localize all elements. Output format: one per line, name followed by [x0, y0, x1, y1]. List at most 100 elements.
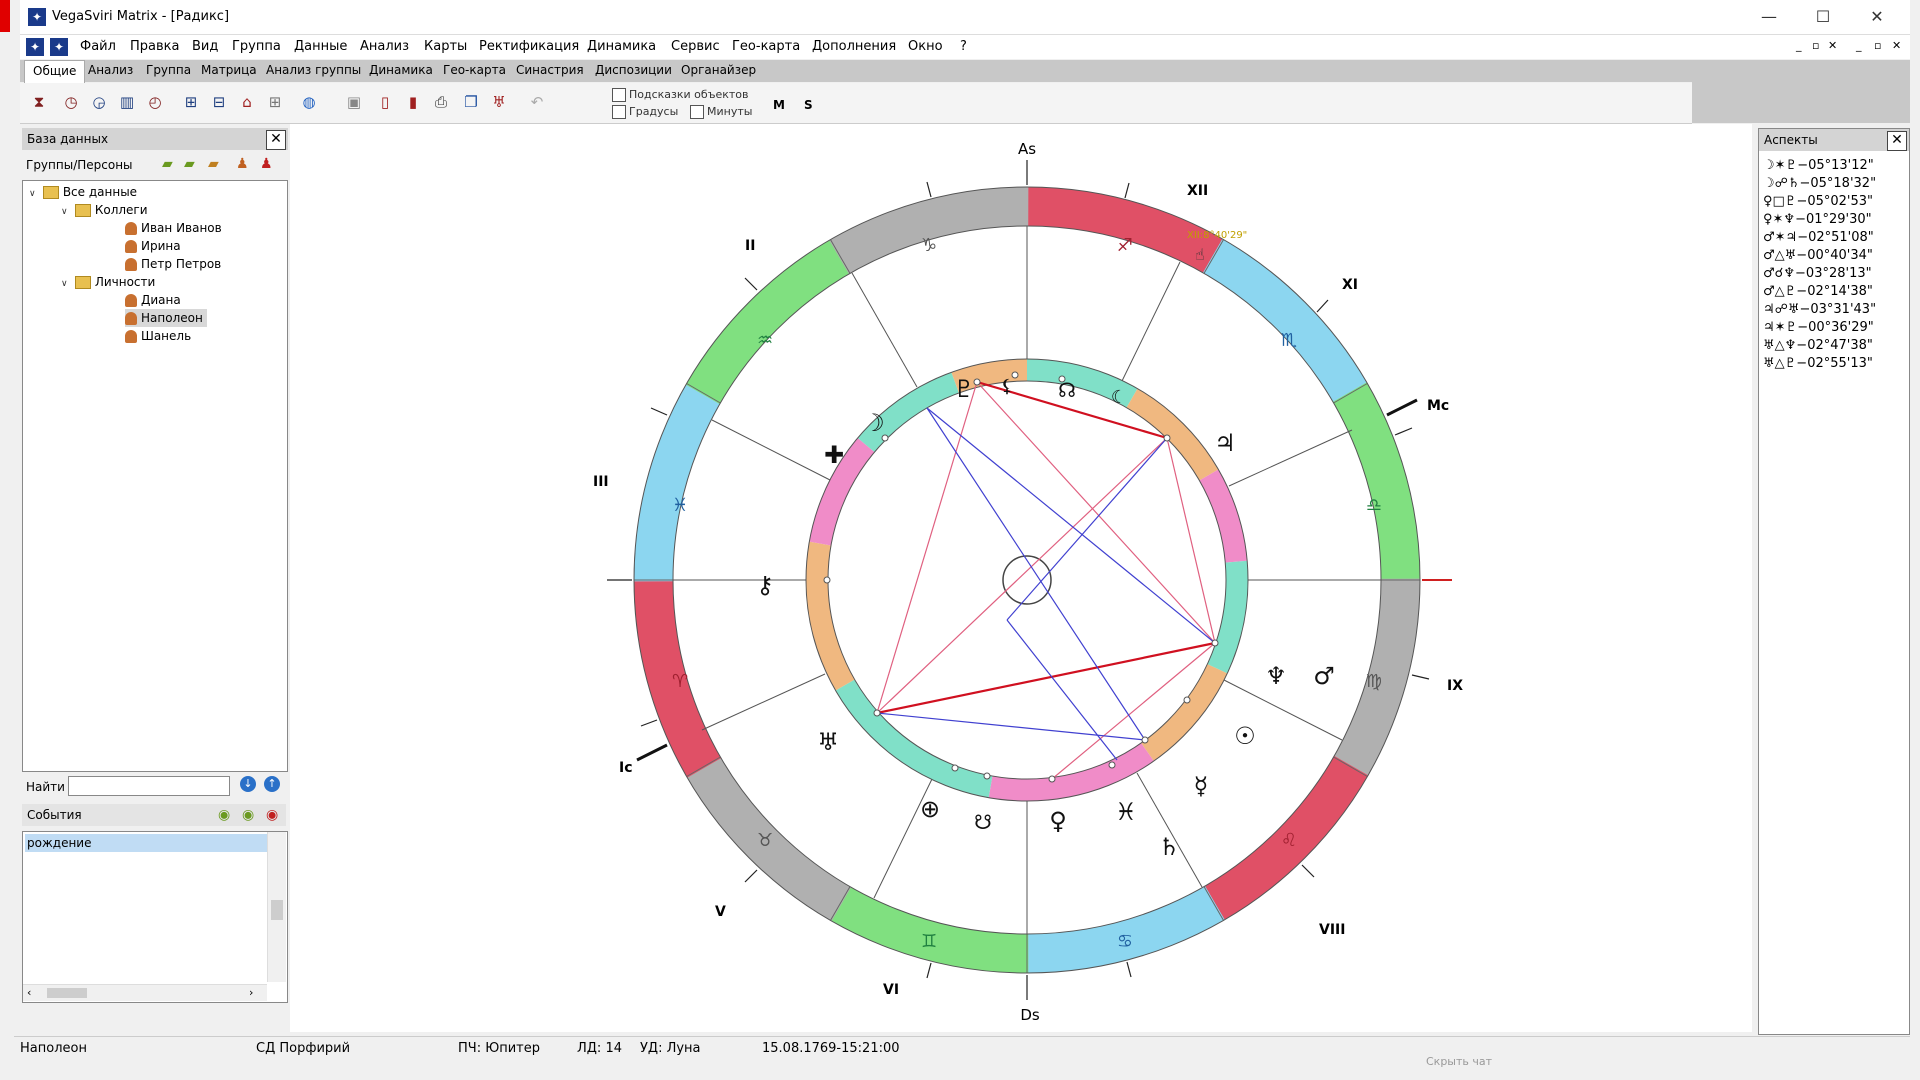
menu-service[interactable]: Сервис [671, 39, 720, 54]
aspect-item[interactable]: ♂✶♃−02°51'08" [1763, 229, 1874, 247]
m-button[interactable]: M [773, 98, 785, 112]
tab-matrix[interactable]: Матрица [201, 63, 257, 77]
menu-rectification[interactable]: Ректификация [479, 39, 579, 54]
tab-analysis[interactable]: Анализ [88, 63, 133, 77]
collapse-icon[interactable]: ∨ [29, 185, 39, 203]
tree-node-person-selected[interactable]: Наполеон [125, 309, 207, 327]
tree-node-person[interactable]: Ирина [125, 237, 181, 255]
delete-folder-icon[interactable]: ▰ [208, 156, 219, 172]
add-person-icon[interactable]: ♟ [236, 156, 249, 172]
events-scrollbar[interactable] [267, 832, 286, 982]
maximize-button[interactable]: ☐ [1796, 0, 1850, 34]
globe-icon[interactable]: ◍ [298, 91, 320, 113]
collapse-icon[interactable]: ∨ [61, 275, 71, 293]
aspect-item[interactable]: ♅△♆−02°47'38" [1763, 337, 1873, 355]
menu-analysis[interactable]: Анализ [360, 39, 409, 54]
print-icon[interactable]: ⎙ [430, 91, 452, 113]
add-event-icon[interactable]: ◉ [218, 807, 230, 823]
find-up-icon[interactable]: ↑ [264, 776, 280, 792]
aspect-item[interactable]: ♂△♅−00°40'34" [1763, 247, 1873, 265]
minimize-button[interactable]: — [1742, 0, 1796, 34]
menu-edit[interactable]: Правка [130, 39, 179, 54]
minutes-checkbox[interactable] [690, 105, 704, 119]
tree-node-all-data[interactable]: ∨ Все данные [29, 183, 137, 201]
grid-gray-icon[interactable]: ⊞ [264, 91, 286, 113]
delete-event-icon[interactable]: ◉ [266, 807, 278, 823]
delete-person-icon[interactable]: ♟ [260, 156, 273, 172]
tab-dynamics[interactable]: Динамика [369, 63, 433, 77]
aspect-item[interactable]: ♃✶♇−00°36'29" [1763, 319, 1874, 337]
events-hscrollbar[interactable]: ‹ › [23, 984, 267, 1001]
menu-group[interactable]: Группа [232, 39, 281, 54]
grid-arrows-icon[interactable]: ⊞ [180, 91, 202, 113]
tree-node-person[interactable]: Петр Петров [125, 255, 221, 273]
house-grid-icon[interactable]: ⌂ [236, 91, 258, 113]
document-export-icon[interactable]: ▮ [402, 91, 424, 113]
menu-charts[interactable]: Карты [424, 39, 467, 54]
tab-geomap[interactable]: Гео-карта [443, 63, 506, 77]
copy-icon[interactable]: ❐ [460, 91, 482, 113]
menu-addons[interactable]: Дополнения [812, 39, 896, 54]
outer-close-button[interactable]: ✕ [1892, 39, 1901, 52]
save-icon[interactable]: ▣ [343, 91, 365, 113]
pages-icon[interactable]: ▥ [116, 91, 138, 113]
undo-icon[interactable]: ↶ [526, 91, 548, 113]
degrees-checkbox-row[interactable]: Градусы [612, 105, 678, 119]
menu-window[interactable]: Окно [908, 39, 943, 54]
menu-dynamics[interactable]: Динамика [587, 39, 656, 54]
scroll-right-icon[interactable]: › [249, 986, 253, 999]
tree-node-personalities[interactable]: ∨ Личности [61, 273, 155, 291]
database-panel-close-button[interactable]: ✕ [266, 130, 286, 150]
aspect-item[interactable]: ☽☍♄−05°18'32" [1763, 175, 1876, 193]
mdi-child-icon[interactable]: ✦ [50, 38, 68, 56]
tab-organizer[interactable]: Органайзер [681, 63, 756, 77]
menu-geomap[interactable]: Гео-карта [732, 39, 800, 54]
clock-back-icon[interactable]: ◷ [60, 91, 82, 113]
find-down-icon[interactable]: ↓ [240, 776, 256, 792]
outer-minimize-button[interactable]: _ [1856, 39, 1862, 52]
menu-view[interactable]: Вид [192, 39, 218, 54]
tab-group[interactable]: Группа [146, 63, 191, 77]
close-button[interactable]: ✕ [1850, 0, 1904, 34]
mdi-close-button[interactable]: ✕ [1828, 39, 1837, 52]
aspect-item[interactable]: ♀✶♆−01°29'30" [1763, 211, 1872, 229]
degrees-checkbox[interactable] [612, 105, 626, 119]
tree-node-colleagues[interactable]: ∨ Коллеги [61, 201, 148, 219]
hscroll-thumb[interactable] [47, 988, 87, 998]
aspect-item[interactable]: ♃☍♅−03°31'43" [1763, 301, 1876, 319]
edit-folder-icon[interactable]: ▰ [184, 156, 195, 172]
tab-group-analysis[interactable]: Анализ группы [266, 63, 361, 77]
mdi-minimize-button[interactable]: _ [1796, 39, 1802, 52]
menu-help[interactable]: ? [960, 39, 967, 54]
hourglass-icon[interactable]: ⧗ [28, 91, 50, 113]
aspect-item[interactable]: ☽✶♇−05°13'12" [1763, 157, 1874, 175]
scroll-thumb[interactable] [271, 900, 283, 920]
natal-chart[interactable]: As Ds Mc Ic XII XI IX VIII VI V III II ♑… [290, 124, 1752, 1032]
aspects-close-button[interactable]: ✕ [1887, 131, 1907, 151]
tree-node-person[interactable]: Диана [125, 291, 181, 309]
menu-file[interactable]: Файл [80, 39, 116, 54]
aspect-item[interactable]: ♅△♇−02°55'13" [1763, 355, 1873, 373]
mdi-app-icon[interactable]: ✦ [26, 38, 44, 56]
tab-general[interactable]: Общие [24, 60, 86, 83]
mdi-restore-button[interactable]: ▫ [1812, 39, 1819, 52]
clock-icon[interactable]: ◴ [144, 91, 166, 113]
hide-chat-hint[interactable]: Скрыть чат [1426, 1055, 1492, 1068]
tree-node-person[interactable]: Шанель [125, 327, 191, 345]
minutes-checkbox-row[interactable]: Минуты [690, 105, 752, 119]
tab-synastry[interactable]: Синастрия [516, 63, 584, 77]
document-icon[interactable]: ▯ [374, 91, 396, 113]
aspect-item[interactable]: ♂△♇−02°14'38" [1763, 283, 1873, 301]
aspect-item[interactable]: ♀□♇−05°02'53" [1763, 193, 1873, 211]
scroll-left-icon[interactable]: ‹ [27, 986, 31, 999]
s-button[interactable]: S [804, 98, 813, 112]
find-input[interactable] [68, 776, 230, 796]
hints-checkbox-row[interactable]: Подсказки объектов [612, 88, 749, 102]
tab-dispositions[interactable]: Диспозиции [595, 63, 672, 77]
collapse-icon[interactable]: ∨ [61, 203, 71, 221]
add-folder-icon[interactable]: ▰ [162, 156, 173, 172]
planets-table-icon[interactable]: ♅ [488, 91, 510, 113]
edit-event-icon[interactable]: ◉ [242, 807, 254, 823]
outer-restore-button[interactable]: ▫ [1874, 39, 1881, 52]
hints-checkbox[interactable] [612, 88, 626, 102]
